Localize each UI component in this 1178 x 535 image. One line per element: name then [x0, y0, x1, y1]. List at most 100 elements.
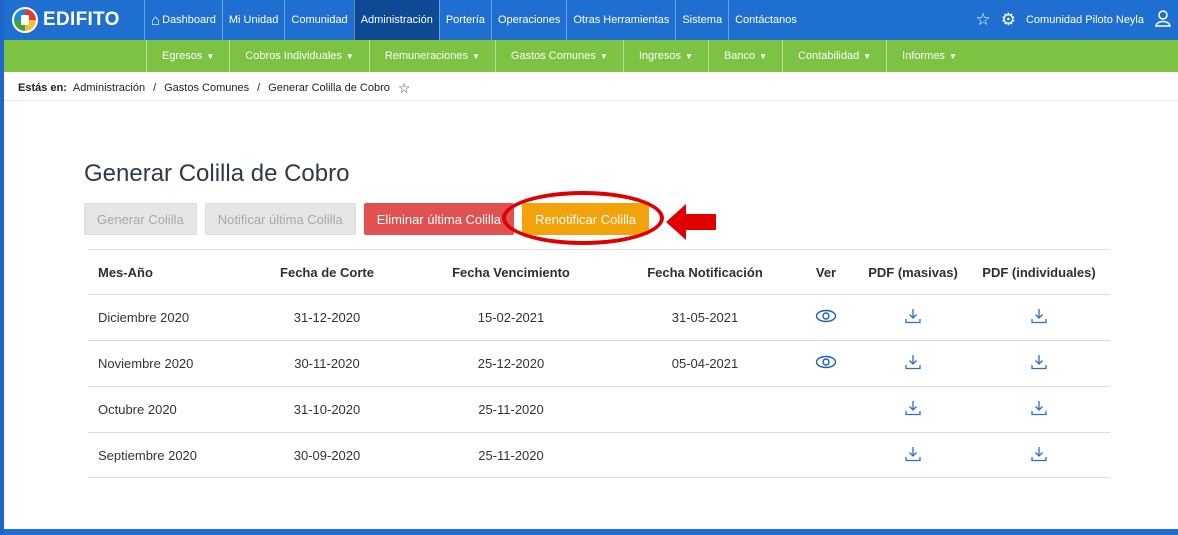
download-icon[interactable]: [904, 307, 922, 325]
logo-icon: [12, 7, 38, 33]
download-icon[interactable]: [1030, 399, 1048, 417]
subnav-banco[interactable]: Banco ▼: [707, 40, 782, 72]
top-right-tools: ☆ ⚙ Comunidad Piloto Neyla: [975, 0, 1178, 40]
cell-pdf-masivas: [858, 445, 968, 466]
cell-notificacion: 05-04-2021: [671, 356, 739, 371]
caret-down-icon: ▼: [948, 51, 957, 61]
eye-icon[interactable]: [815, 355, 837, 369]
subnav-label: Contabilidad: [798, 50, 860, 62]
nav-label: Contáctanos: [735, 14, 797, 26]
cell-pdf-masivas: [858, 307, 968, 328]
cell-ver: [794, 309, 858, 326]
subnav-label: Banco: [723, 50, 756, 62]
subnav-cobros-individuales[interactable]: Cobros Individuales ▼: [229, 40, 369, 72]
nav-label: Mi Unidad: [228, 14, 279, 26]
colillas-table: Mes-Año Fecha de Corte Fecha Vencimiento…: [88, 249, 1110, 478]
user-name[interactable]: Comunidad Piloto Neyla: [1026, 14, 1144, 26]
page-title: Generar Colilla de Cobro: [84, 160, 350, 187]
caret-down-icon: ▼: [599, 51, 608, 61]
cell-corte: 30-11-2020: [294, 356, 360, 371]
cell-vencimiento: 25-11-2020: [478, 447, 544, 463]
generar-colilla-button[interactable]: Generar Colilla: [84, 203, 197, 235]
subnav-label: Cobros Individuales: [245, 50, 342, 62]
cell-vencimiento: 15-02-2021: [477, 310, 545, 325]
nav-item-porteria[interactable]: Portería: [438, 0, 491, 40]
brand-logo[interactable]: EDIFITO: [4, 0, 144, 40]
nav-label: Portería: [445, 14, 485, 26]
download-icon[interactable]: [1030, 307, 1048, 325]
subnav-ingresos[interactable]: Ingresos ▼: [622, 40, 708, 72]
column-header: Fecha Notificación: [647, 264, 763, 280]
download-icon[interactable]: [904, 399, 922, 417]
breadcrumb-divider: [4, 100, 1178, 101]
subnav-gastos-comunes[interactable]: Gastos Comunes ▼: [494, 40, 623, 72]
star-icon[interactable]: ☆: [398, 80, 411, 97]
cell-pdf-individuales: [968, 353, 1110, 374]
caret-down-icon: ▼: [206, 51, 215, 61]
table-row: Octubre 2020 31-10-2020 25-11-2020: [88, 386, 1110, 432]
breadcrumb-item[interactable]: Administración: [73, 82, 145, 94]
pointer-arrow-icon: [666, 204, 716, 240]
eliminar-ultima-colilla-button[interactable]: Eliminar última Colilla: [363, 203, 514, 235]
cell-vencimiento: 25-12-2020: [477, 356, 545, 371]
nav-item-dashboard[interactable]: ⌂ Dashboard: [144, 0, 222, 40]
nav-item-operaciones[interactable]: Operaciones: [490, 0, 566, 40]
subnav-informes[interactable]: Informes ▼: [886, 40, 972, 72]
nav-label: Dashboard: [162, 14, 216, 26]
download-icon[interactable]: [904, 353, 922, 371]
breadcrumb-separator: /: [257, 82, 261, 94]
subnav-remuneraciones[interactable]: Remuneraciones ▼: [368, 40, 495, 72]
column-header: PDF (individuales): [982, 264, 1096, 280]
user-icon[interactable]: [1154, 9, 1172, 32]
cell-mes: Octubre 2020: [98, 402, 177, 417]
cell-corte: 31-10-2020: [293, 402, 361, 417]
nav-item-otras-herramientas[interactable]: Otras Herramientas: [566, 0, 675, 40]
caret-down-icon: ▼: [471, 51, 480, 61]
column-header: Fecha Vencimiento: [452, 264, 570, 280]
cell-notificacion: 31-05-2021: [671, 310, 739, 325]
brand-name: EDIFITO: [43, 9, 120, 30]
breadcrumb-prefix: Estás en:: [18, 82, 67, 94]
breadcrumb-item-current: Generar Colilla de Cobro: [268, 82, 390, 94]
breadcrumb: Estás en: Administración / Gastos Comune…: [18, 78, 410, 98]
cell-vencimiento: 25-11-2020: [478, 402, 544, 417]
download-icon[interactable]: [1030, 445, 1048, 463]
cell-pdf-individuales: [968, 307, 1110, 328]
nav-label: Administración: [360, 14, 433, 26]
column-header: Ver: [815, 264, 837, 280]
footer-bar: [4, 529, 1178, 535]
cell-mes: Diciembre 2020: [98, 310, 190, 325]
caret-down-icon: ▼: [863, 51, 872, 61]
table-row: Noviembre 2020 30-11-2020 25-12-2020 05-…: [88, 340, 1110, 386]
nav-item-sistema[interactable]: Sistema: [675, 0, 728, 40]
cell-corte: 31-12-2020: [293, 310, 361, 325]
nav-item-mi-unidad[interactable]: Mi Unidad: [221, 0, 285, 40]
column-header: Fecha de Corte: [280, 264, 374, 280]
caret-down-icon: ▼: [345, 51, 354, 61]
cell-pdf-masivas: [858, 353, 968, 374]
nav-item-contactanos[interactable]: Contáctanos: [728, 0, 803, 40]
cell-ver: [794, 355, 858, 372]
nav-item-comunidad[interactable]: Comunidad: [284, 0, 353, 40]
column-header: Mes-Año: [98, 264, 153, 280]
breadcrumb-item[interactable]: Gastos Comunes: [164, 82, 249, 94]
top-nav: EDIFITO ⌂ Dashboard Mi Unidad Comunidad …: [4, 0, 1178, 40]
eye-icon[interactable]: [815, 309, 837, 323]
star-icon[interactable]: ☆: [975, 10, 990, 30]
column-header: PDF (masivas): [868, 264, 958, 280]
nav-item-administracion[interactable]: Administración: [353, 0, 439, 40]
download-icon[interactable]: [1030, 353, 1048, 371]
highlight-ellipse: [502, 191, 664, 245]
caret-down-icon: ▼: [685, 51, 693, 61]
subnav-egresos[interactable]: Egresos ▼: [146, 40, 229, 72]
cell-pdf-individuales: [968, 445, 1110, 466]
cell-pdf-masivas: [858, 399, 968, 420]
nav-label: Comunidad: [291, 14, 348, 26]
notificar-ultima-colilla-button[interactable]: Notificar última Colilla: [204, 203, 356, 235]
subnav-contabilidad[interactable]: Contabilidad ▼: [782, 40, 886, 72]
subnav-label: Gastos Comunes: [510, 50, 596, 62]
subnav-label: Ingresos: [638, 50, 682, 62]
gear-icon[interactable]: ⚙: [1001, 10, 1016, 30]
table-row: Diciembre 2020 31-12-2020 15-02-2021 31-…: [88, 294, 1110, 340]
download-icon[interactable]: [904, 445, 922, 463]
